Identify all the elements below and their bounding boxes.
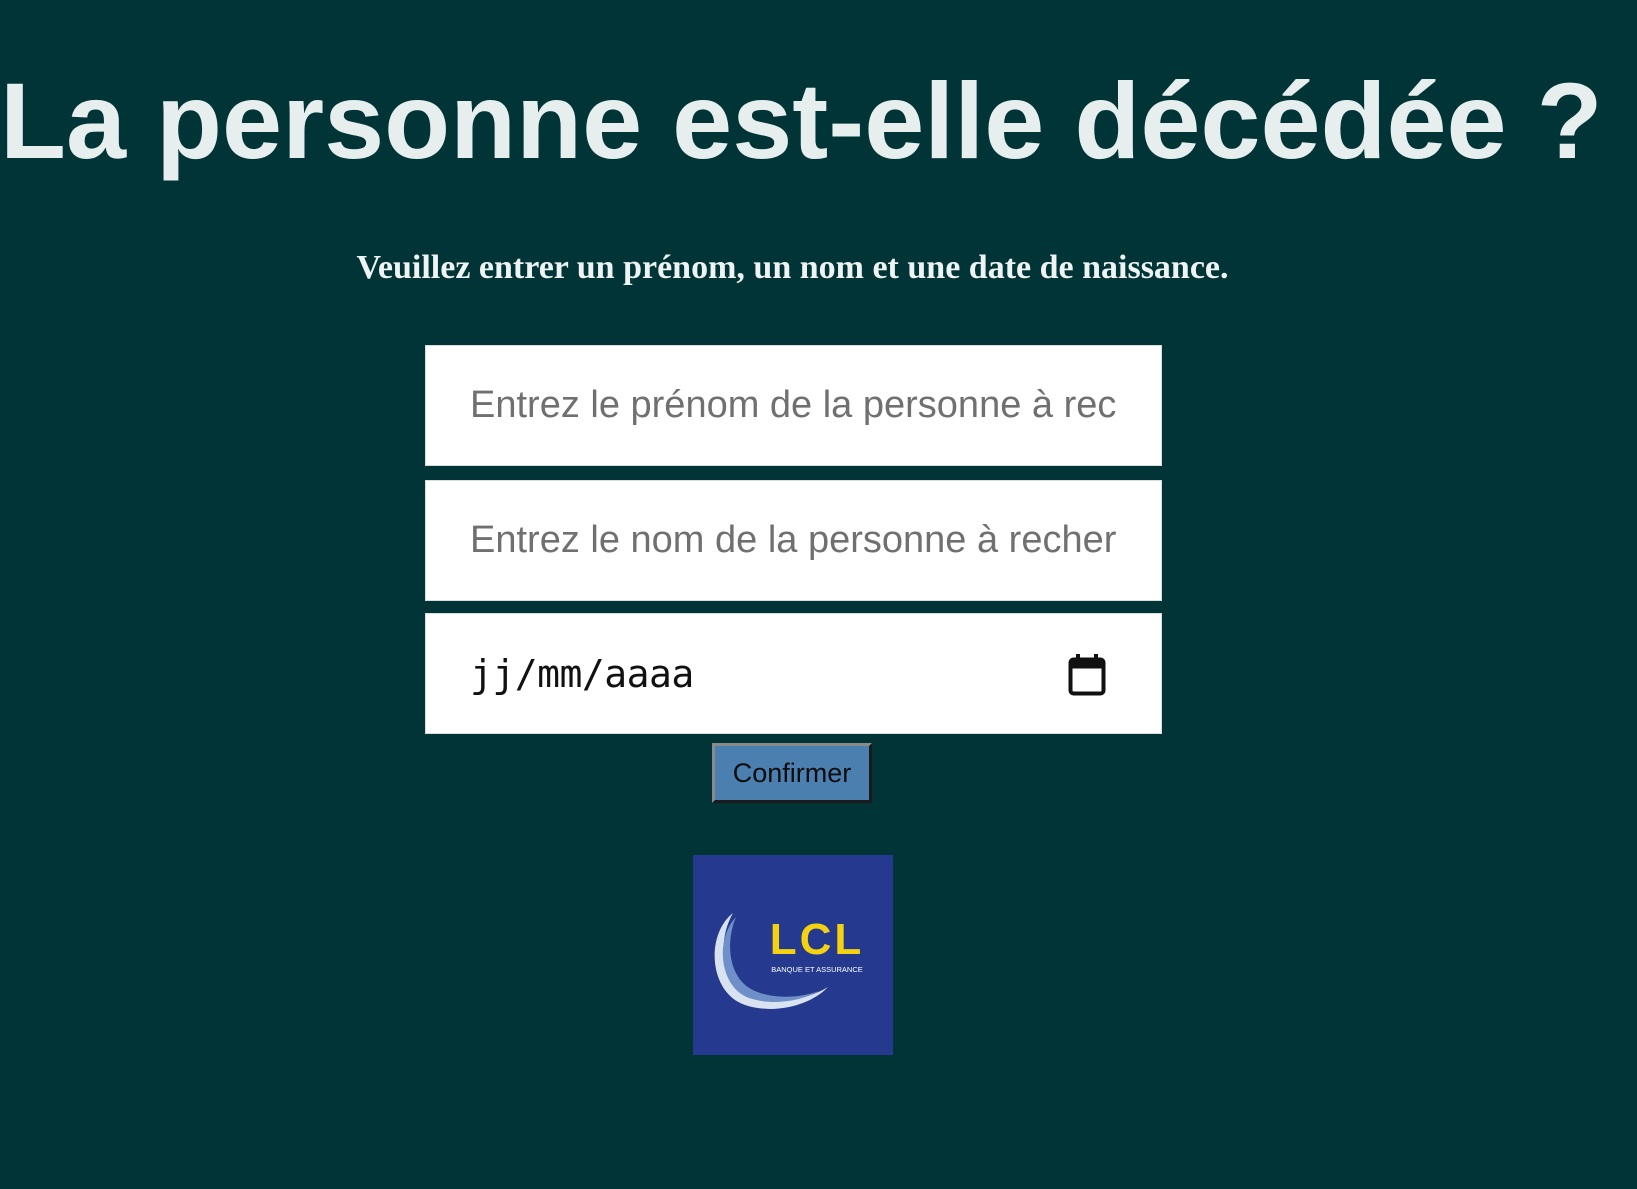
last-name-input[interactable] bbox=[426, 481, 1161, 600]
logo-tagline: BANQUE ET ASSURANCE bbox=[771, 965, 863, 974]
date-format-text: jj/mm/aaaa bbox=[470, 651, 694, 696]
confirm-button[interactable]: Confirmer bbox=[712, 743, 872, 803]
first-name-field-box bbox=[425, 345, 1162, 466]
birth-date-input[interactable]: jj/mm/aaaa bbox=[425, 613, 1162, 734]
calendar-icon[interactable] bbox=[1068, 654, 1106, 696]
logo-brand-text: LCL bbox=[770, 915, 865, 964]
last-name-field-box bbox=[425, 480, 1162, 601]
first-name-input[interactable] bbox=[426, 346, 1161, 465]
instructions-text: Veuillez entrer un prénom, un nom et une… bbox=[356, 249, 1229, 286]
lcl-logo: LCL BANQUE ET ASSURANCE bbox=[693, 855, 893, 1055]
page-title: La personne est-elle décédée ? bbox=[0, 60, 1603, 181]
